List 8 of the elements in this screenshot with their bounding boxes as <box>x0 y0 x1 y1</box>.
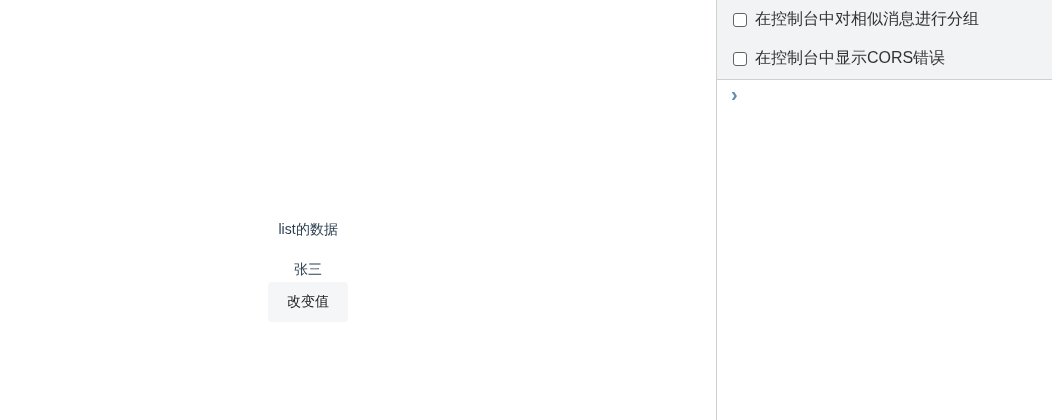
list-heading: list的数据 <box>278 220 338 238</box>
checkbox[interactable] <box>733 12 747 27</box>
checkbox[interactable] <box>733 51 747 66</box>
setting-label: 在控制台中显示CORS错误 <box>755 48 946 68</box>
console-prompt-icon: › <box>731 83 738 105</box>
change-value-button[interactable]: 改变值 <box>268 282 348 322</box>
setting-label: 在控制台中对相似消息进行分组 <box>755 9 979 29</box>
list-item: 张三 <box>294 260 322 278</box>
